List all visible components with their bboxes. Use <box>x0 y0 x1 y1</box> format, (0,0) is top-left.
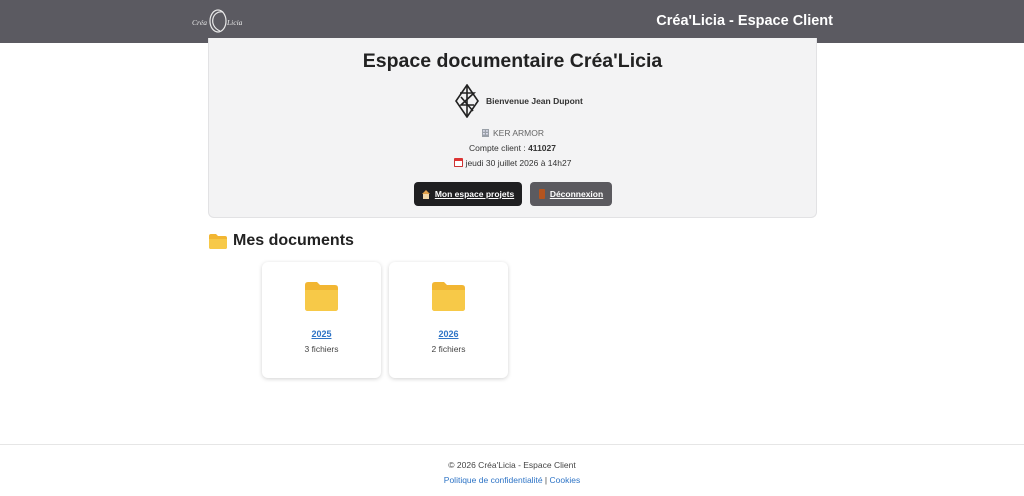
folder-icon <box>209 233 227 249</box>
footer-links: Politique de confidentialité | Cookies <box>0 475 1024 485</box>
crealicia-logo[interactable]: Créa Licia <box>190 6 246 36</box>
folder-icon <box>305 282 338 311</box>
folder-link[interactable]: 2026 <box>389 329 508 339</box>
privacy-link[interactable]: Politique de confidentialité <box>444 475 543 485</box>
door-icon <box>538 189 545 199</box>
datetime-text: jeudi 30 juillet 2026 à 14h27 <box>465 158 572 168</box>
welcome-row: Bienvenue Jean Dupont <box>455 84 583 118</box>
logout-label: Déconnexion <box>549 189 604 199</box>
geometric-logo-icon <box>455 84 479 118</box>
calendar-icon <box>453 158 463 167</box>
top-bar: Créa Licia Créa'Licia - Espace Client <box>0 0 1024 43</box>
my-projects-label: Mon espace projets <box>434 189 515 199</box>
company-line: KER ARMOR <box>209 128 816 138</box>
folder-card[interactable]: 2025 3 fichiers <box>262 262 381 378</box>
documents-heading: Mes documents <box>209 232 354 250</box>
file-count: 2 fichiers <box>431 344 466 354</box>
file-count: 3 fichiers <box>304 344 339 354</box>
folder-card[interactable]: 2026 2 fichiers <box>389 262 508 378</box>
account-label: Compte client : <box>469 143 529 153</box>
account-number: 411027 <box>528 143 556 153</box>
building-icon <box>481 129 489 137</box>
logout-button[interactable]: Déconnexion <box>530 182 612 206</box>
company-name: KER ARMOR <box>492 128 544 138</box>
app-title: Créa'Licia - Espace Client <box>656 13 833 29</box>
page-title: Espace documentaire Créa'Licia <box>362 50 663 72</box>
documents-heading-text: Mes documents <box>233 232 354 249</box>
house-icon <box>421 189 431 199</box>
welcome-text: Bienvenue Jean Dupont <box>486 96 583 106</box>
datetime-line: jeudi 30 juillet 2026 à 14h27 <box>209 158 816 168</box>
folder-icon <box>432 282 465 311</box>
folder-link[interactable]: 2025 <box>262 329 381 339</box>
footer: © 2026 Créa'Licia - Espace Client Politi… <box>0 444 1024 496</box>
cookies-link[interactable]: Cookies <box>549 475 580 485</box>
account-line: Compte client : 411027 <box>209 143 816 153</box>
copyright-text: © 2026 Créa'Licia - Espace Client <box>448 460 576 470</box>
svg-text:Créa: Créa <box>192 18 207 27</box>
my-projects-button[interactable]: Mon espace projets <box>414 182 522 206</box>
svg-text:Licia: Licia <box>226 18 243 27</box>
welcome-panel: Espace documentaire Créa'Licia Bienvenue… <box>208 38 817 218</box>
